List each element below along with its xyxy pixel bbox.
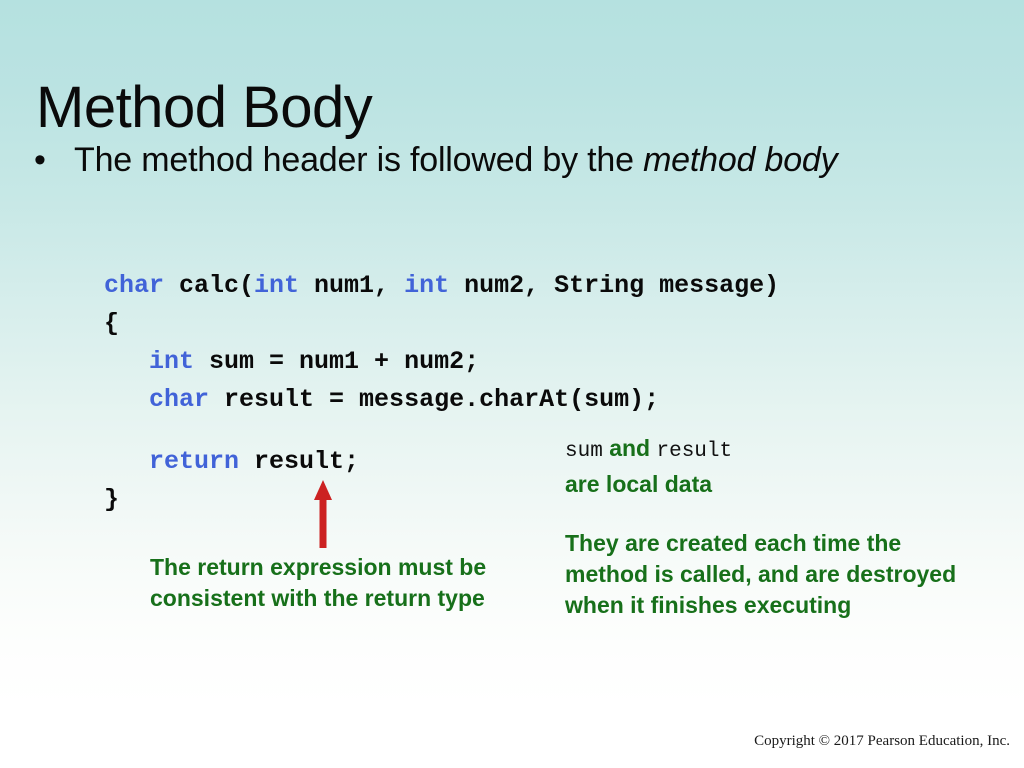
return-arrow-icon (314, 480, 332, 548)
code-text: { (104, 309, 120, 338)
return-expression-note: The return expression must be consistent… (150, 554, 487, 611)
code-text: result = message.charAt(sum); (209, 385, 660, 414)
code-text: } (104, 485, 120, 514)
local-var-sum: sum (565, 440, 603, 463)
code-keyword: char (104, 271, 165, 300)
code-keyword: int (404, 271, 450, 300)
code-keyword: char (149, 385, 210, 414)
code-line: char calc(int num1, int num2, String mes… (104, 267, 779, 305)
local-note-tail: are local data (565, 471, 713, 497)
code-line: char result = message.charAt(sum); (104, 381, 779, 419)
code-text: calc( (164, 271, 255, 300)
code-text: num1, (299, 271, 405, 300)
local-data-note: sum and result are local data (565, 432, 965, 500)
copyright-notice: Copyright © 2017 Pearson Education, Inc. (754, 733, 1010, 749)
bullet-item: • The method header is followed by the m… (34, 138, 1004, 182)
page-title: Method Body (36, 74, 373, 140)
local-note-conjunction: and (602, 435, 657, 461)
code-keyword: int (149, 347, 195, 376)
slide-canvas: Method Body • The method header is follo… (0, 0, 1024, 768)
bullet-text-emphasis: method body (643, 141, 838, 179)
code-text: num2, String message) (449, 271, 780, 300)
code-keyword: int (254, 271, 300, 300)
bullet-marker-icon: • (34, 141, 46, 179)
code-keyword: return (149, 447, 240, 476)
bullet-text-plain: The method header is followed by the (74, 141, 644, 179)
code-line: int sum = num1 + num2; (104, 343, 779, 381)
bullet-item-label: The method header is followed by the met… (74, 138, 838, 182)
local-data-lifecycle-note: They are created each time the method is… (565, 530, 957, 618)
code-text: result; (239, 447, 360, 476)
code-text: sum = num1 + num2; (194, 347, 480, 376)
code-line: { (104, 305, 779, 343)
local-var-result: result (656, 440, 733, 463)
